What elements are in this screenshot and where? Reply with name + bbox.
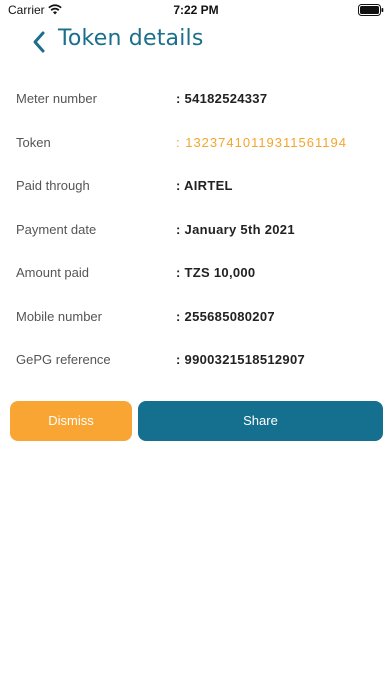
detail-label: GePG reference <box>16 352 111 367</box>
navigation-header: Token details <box>0 22 392 62</box>
detail-value: : 255685080207 <box>176 308 275 324</box>
detail-value: : January 5th 2021 <box>176 221 295 237</box>
detail-value: : 54182524337 <box>176 91 268 106</box>
action-buttons: Dismiss Share <box>10 401 383 441</box>
detail-row-amount-paid: Amount paid : TZS 10,000 <box>0 252 392 296</box>
detail-row-token: Token : 13237410119311561194 <box>0 122 392 166</box>
detail-row-gepg-reference: GePG reference : 9900321518512907 <box>0 339 392 383</box>
share-button[interactable]: Share <box>138 401 383 441</box>
detail-label: Mobile number <box>16 308 102 324</box>
battery-icon <box>358 4 384 16</box>
detail-row-paid-through: Paid through : AIRTEL <box>0 165 392 209</box>
detail-label: Amount paid <box>16 265 89 280</box>
detail-value: : 9900321518512907 <box>176 352 306 367</box>
status-bar: Carrier 7:22 PM <box>0 0 392 22</box>
detail-label: Meter number <box>16 91 97 106</box>
detail-row-mobile-number: Mobile number : 255685080207 <box>0 296 392 340</box>
chevron-left-icon[interactable] <box>28 28 52 56</box>
detail-value: : TZS 10,000 <box>176 265 256 280</box>
dismiss-button[interactable]: Dismiss <box>10 401 132 441</box>
detail-value: : AIRTEL <box>176 178 233 193</box>
page-title: Token details <box>58 26 204 51</box>
detail-row-payment-date: Payment date : January 5th 2021 <box>0 209 392 253</box>
detail-row-meter-number: Meter number : 54182524337 <box>0 78 392 122</box>
detail-label: Paid through <box>16 178 90 193</box>
detail-label: Payment date <box>16 221 97 237</box>
token-details-list: Meter number : 54182524337 Token : 13237… <box>0 78 392 383</box>
detail-label: Token <box>16 134 51 150</box>
token-value: : 13237410119311561194 <box>176 134 347 150</box>
clock: 7:22 PM <box>173 3 219 17</box>
